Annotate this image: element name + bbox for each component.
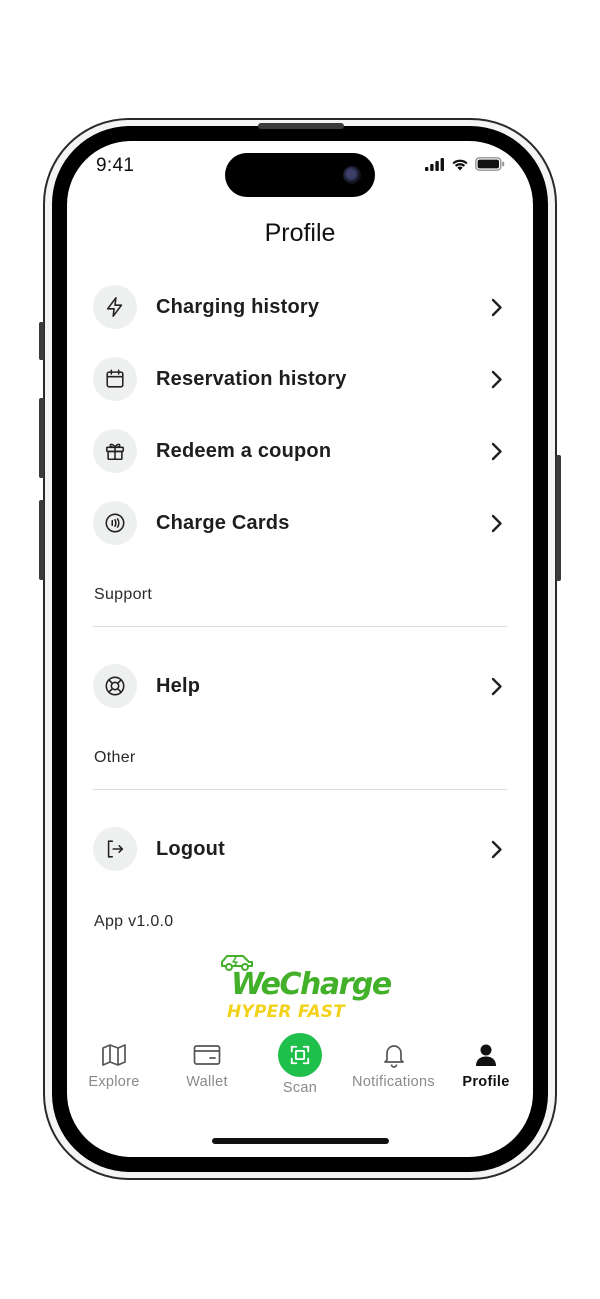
calendar-icon — [93, 357, 137, 401]
chevron-right-icon — [487, 676, 507, 696]
battery-icon — [475, 157, 505, 171]
tab-bar: Explore Wallet Scan Notifications Profil… — [67, 1033, 533, 1111]
chevron-right-icon — [487, 839, 507, 859]
logo-wordmark: WeCharge — [231, 967, 392, 1002]
volume-down-button — [39, 500, 44, 580]
tab-explore[interactable]: Explore — [67, 1041, 161, 1090]
cellular-signal-icon — [425, 157, 444, 171]
bell-icon — [382, 1041, 406, 1069]
app-version: App v1.0.0 — [94, 913, 174, 930]
map-icon — [101, 1041, 127, 1069]
dynamic-island — [225, 153, 375, 197]
logout-icon — [93, 827, 137, 871]
camera-icon — [343, 166, 361, 184]
menu-item-reservation-history[interactable]: Reservation history — [93, 356, 507, 402]
divider — [93, 789, 507, 790]
wallet-icon — [193, 1041, 221, 1069]
tab-notifications[interactable]: Notifications — [346, 1041, 441, 1090]
tab-label: Explore — [88, 1074, 140, 1090]
menu-item-charging-history[interactable]: Charging history — [93, 284, 507, 330]
tab-label: Wallet — [186, 1074, 228, 1090]
menu-item-label: Charging history — [156, 295, 320, 318]
screen: 9:41 Profile Charging history Reservatio… — [67, 141, 533, 1157]
section-label-support: Support — [94, 586, 153, 603]
page-title: Profile — [264, 219, 336, 247]
tab-label: Profile — [462, 1074, 510, 1090]
menu-item-label: Redeem a coupon — [156, 439, 332, 462]
person-icon — [474, 1041, 498, 1069]
tab-wallet[interactable]: Wallet — [160, 1041, 254, 1090]
section-label-other: Other — [94, 749, 136, 766]
scan-icon — [278, 1033, 322, 1077]
chevron-right-icon — [487, 369, 507, 389]
menu-item-label: Help — [156, 674, 201, 697]
menu-item-label: Reservation history — [156, 367, 347, 390]
menu-item-charge-cards[interactable]: Charge Cards — [93, 500, 507, 546]
gift-icon — [93, 429, 137, 473]
power-button — [556, 455, 561, 581]
lifebuoy-icon — [93, 664, 137, 708]
tab-profile[interactable]: Profile — [439, 1041, 533, 1090]
divider — [93, 626, 507, 627]
home-indicator[interactable] — [212, 1138, 389, 1144]
chevron-right-icon — [487, 441, 507, 461]
wifi-icon — [452, 159, 468, 170]
logo-tagline: HYPER FAST — [227, 1002, 346, 1022]
menu-item-help[interactable]: Help — [93, 663, 507, 709]
lightning-icon — [93, 285, 137, 329]
chevron-right-icon — [487, 513, 507, 533]
menu-item-redeem-coupon[interactable]: Redeem a coupon — [93, 428, 507, 474]
tab-label: Notifications — [352, 1074, 435, 1090]
menu-item-logout[interactable]: Logout — [93, 826, 507, 872]
speaker-slit — [258, 123, 344, 129]
menu-item-label: Charge Cards — [156, 511, 290, 534]
tab-label: Scan — [282, 1080, 318, 1096]
wecharge-logo: WeCharge HYPER FAST — [219, 951, 392, 1026]
status-icons — [425, 157, 505, 171]
silent-switch — [39, 322, 44, 360]
volume-up-button — [39, 398, 44, 478]
menu-item-label: Logout — [156, 837, 225, 860]
tab-scan[interactable]: Scan — [253, 1033, 347, 1096]
chevron-right-icon — [487, 297, 507, 317]
nfc-card-icon — [93, 501, 137, 545]
status-time: 9:41 — [96, 155, 135, 176]
